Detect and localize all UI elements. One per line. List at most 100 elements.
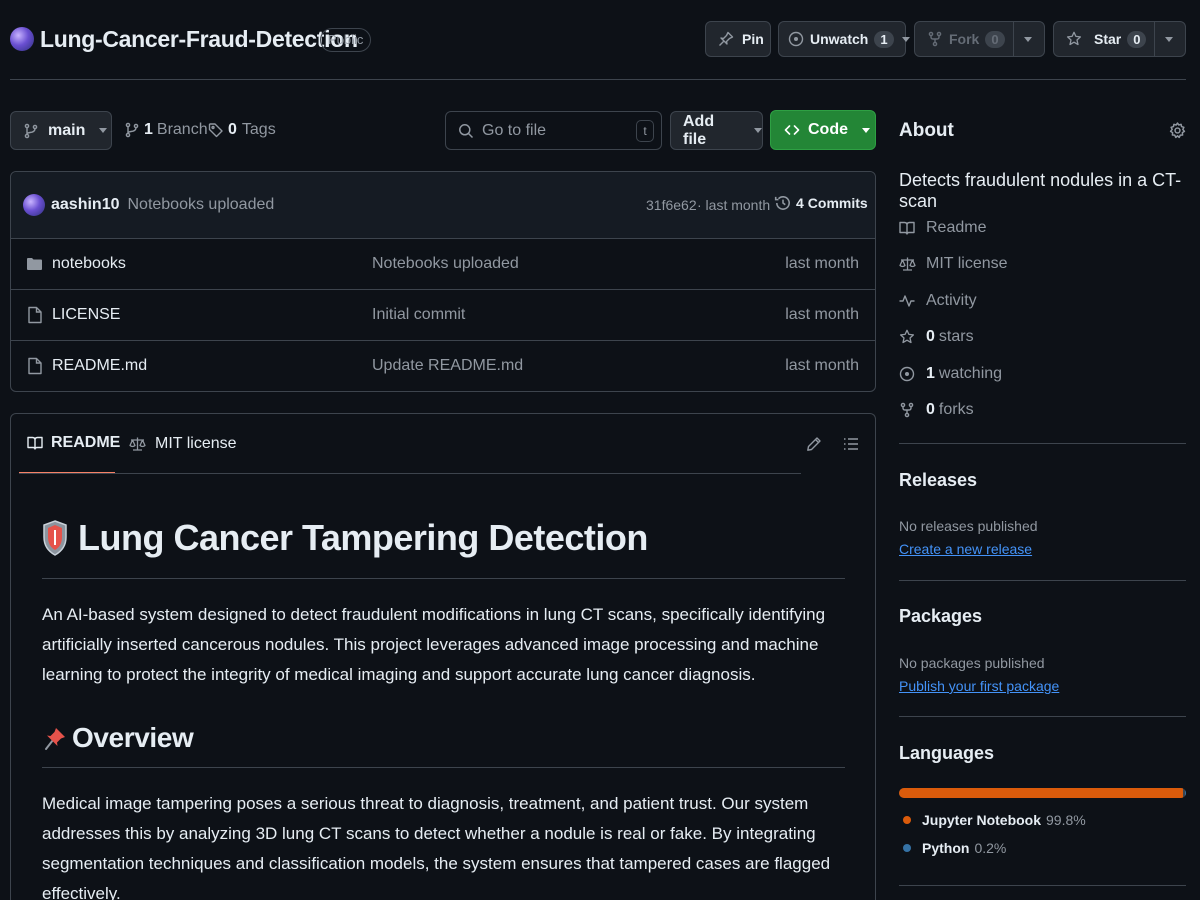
star-divider — [1154, 22, 1155, 56]
commit-message[interactable]: Notebooks uploaded — [127, 196, 274, 214]
releases-heading[interactable]: Releases — [899, 470, 977, 491]
code-label: Code — [808, 121, 848, 138]
tab-readme[interactable]: README — [19, 414, 120, 474]
commits-count: 4 — [796, 195, 804, 211]
readme-title: Lung Cancer Tampering Detection — [42, 514, 845, 562]
author-avatar[interactable] — [23, 194, 45, 216]
file-name[interactable]: notebooks — [52, 255, 126, 273]
book-icon — [899, 220, 915, 236]
file-row-notebooks[interactable]: notebooks Notebooks uploaded last month — [11, 238, 875, 289]
branches-link[interactable]: 1 Branch — [124, 121, 208, 139]
file-commit-message[interactable]: Update README.md — [372, 357, 523, 375]
history-icon — [774, 194, 792, 212]
pin-button[interactable]: Pin — [705, 21, 771, 57]
language-item-python[interactable]: Python 0.2% — [903, 840, 1006, 856]
file-name[interactable]: README.md — [52, 357, 147, 375]
fork-icon — [899, 402, 915, 418]
search-icon — [458, 123, 474, 139]
tab-license[interactable]: MIT license — [129, 414, 237, 474]
about-readme-link[interactable]: Readme — [899, 219, 986, 237]
file-commit-message[interactable]: Initial commit — [372, 306, 465, 324]
releases-empty-text: No releases published — [899, 518, 1038, 534]
pin-icon — [718, 31, 734, 47]
outline-list-icon[interactable] — [843, 436, 859, 452]
readme-intro: An AI-based system designed to detect fr… — [42, 605, 826, 684]
about-stars-link[interactable]: 0 stars — [899, 328, 974, 346]
book-icon — [27, 435, 43, 451]
file-name[interactable]: LICENSE — [52, 306, 120, 324]
about-license-label: MIT license — [926, 255, 1008, 272]
file-row-license[interactable]: LICENSE Initial commit last month — [11, 289, 875, 340]
tag-count: 0 — [228, 121, 237, 138]
tags-link[interactable]: 0 Tags — [208, 121, 276, 139]
go-to-file-search[interactable]: Go to file t — [445, 111, 662, 150]
about-stars-label: stars — [938, 328, 974, 345]
about-forks-count: 0 — [926, 401, 935, 418]
file-commit-time: last month — [785, 306, 859, 323]
unwatch-label: Unwatch — [810, 31, 869, 47]
star-icon — [1066, 31, 1082, 47]
commit-hash[interactable]: 31f6e62 — [646, 197, 697, 213]
code-button[interactable]: Code — [770, 110, 876, 150]
commits-link[interactable]: 4 Commits — [774, 194, 868, 212]
pushpin-icon — [42, 725, 68, 751]
languages-divider — [899, 885, 1186, 886]
language-bar-segment-python — [1185, 788, 1186, 798]
tag-label: Tags — [241, 121, 276, 138]
file-commit-message[interactable]: Notebooks uploaded — [372, 255, 519, 273]
repo-avatar[interactable] — [10, 27, 34, 51]
readme-content: Lung Cancer Tampering Detection An AI-ba… — [42, 514, 845, 900]
file-browser: aashin10 Notebooks uploaded 31f6e62 · la… — [10, 171, 876, 392]
about-watching-label: watching — [938, 365, 1003, 382]
publish-package-link[interactable]: Publish your first package — [899, 678, 1059, 694]
releases-divider — [899, 580, 1186, 581]
overview-heading-text: Overview — [72, 722, 194, 753]
languages-heading: Languages — [899, 743, 995, 763]
star-button[interactable]: Star 0 — [1053, 21, 1186, 57]
fork-button[interactable]: Fork 0 — [914, 21, 1045, 57]
shield-icon — [42, 519, 68, 557]
create-release-link[interactable]: Create a new release — [899, 541, 1032, 557]
fork-icon — [927, 31, 943, 47]
commit-author[interactable]: aashin10 — [51, 196, 119, 214]
add-file-caret-icon — [754, 128, 762, 133]
language-bar-segment-jupyter — [899, 788, 1184, 798]
about-activity-label: Activity — [926, 292, 977, 309]
language-name: Python — [922, 840, 970, 856]
tab-readme-label: README — [51, 434, 121, 451]
title-underline — [42, 578, 845, 579]
about-activity-link[interactable]: Activity — [899, 292, 977, 310]
latest-commit-bar: aashin10 Notebooks uploaded 31f6e62 · la… — [11, 172, 875, 238]
folder-icon — [26, 256, 43, 272]
about-watching-link[interactable]: 1 watching — [899, 365, 1002, 383]
unwatch-button[interactable]: Unwatch 1 — [778, 21, 910, 57]
about-license-link[interactable]: MIT license — [899, 255, 1008, 273]
add-file-button[interactable]: Add file — [670, 111, 763, 150]
pulse-icon — [899, 293, 915, 309]
gear-icon[interactable] — [1169, 122, 1186, 139]
file-row-readme[interactable]: README.md Update README.md last month — [11, 340, 875, 391]
repo-name[interactable]: Lung-Cancer-Fraud-Detection — [40, 26, 358, 53]
language-dot-jupyter — [903, 816, 911, 824]
visibility-badge: Public — [320, 28, 372, 52]
language-bar — [899, 788, 1186, 798]
edit-pencil-icon[interactable] — [806, 436, 822, 452]
eye-icon — [899, 366, 915, 382]
branch-count: 1 — [144, 121, 153, 138]
search-shortcut-key: t — [636, 120, 654, 142]
about-forks-link[interactable]: 0 forks — [899, 401, 974, 419]
overview-heading: Overview — [42, 722, 194, 754]
about-watching-count: 1 — [926, 365, 935, 382]
about-stars-count: 0 — [926, 328, 935, 345]
scale-icon — [129, 436, 146, 452]
packages-heading[interactable]: Packages — [899, 606, 982, 627]
branch-select[interactable]: main — [10, 111, 112, 150]
language-percent: 99.8% — [1046, 812, 1086, 828]
star-caret-icon[interactable] — [1165, 37, 1173, 42]
pin-label: Pin — [742, 31, 764, 47]
about-description: Detects fraudulent nodules in a CT-scan — [899, 170, 1182, 211]
language-item-jupyter[interactable]: Jupyter Notebook 99.8% — [903, 812, 1086, 828]
fork-caret-icon[interactable] — [1024, 37, 1032, 42]
commit-time: · last month — [697, 197, 771, 213]
watch-caret-icon — [901, 36, 910, 42]
